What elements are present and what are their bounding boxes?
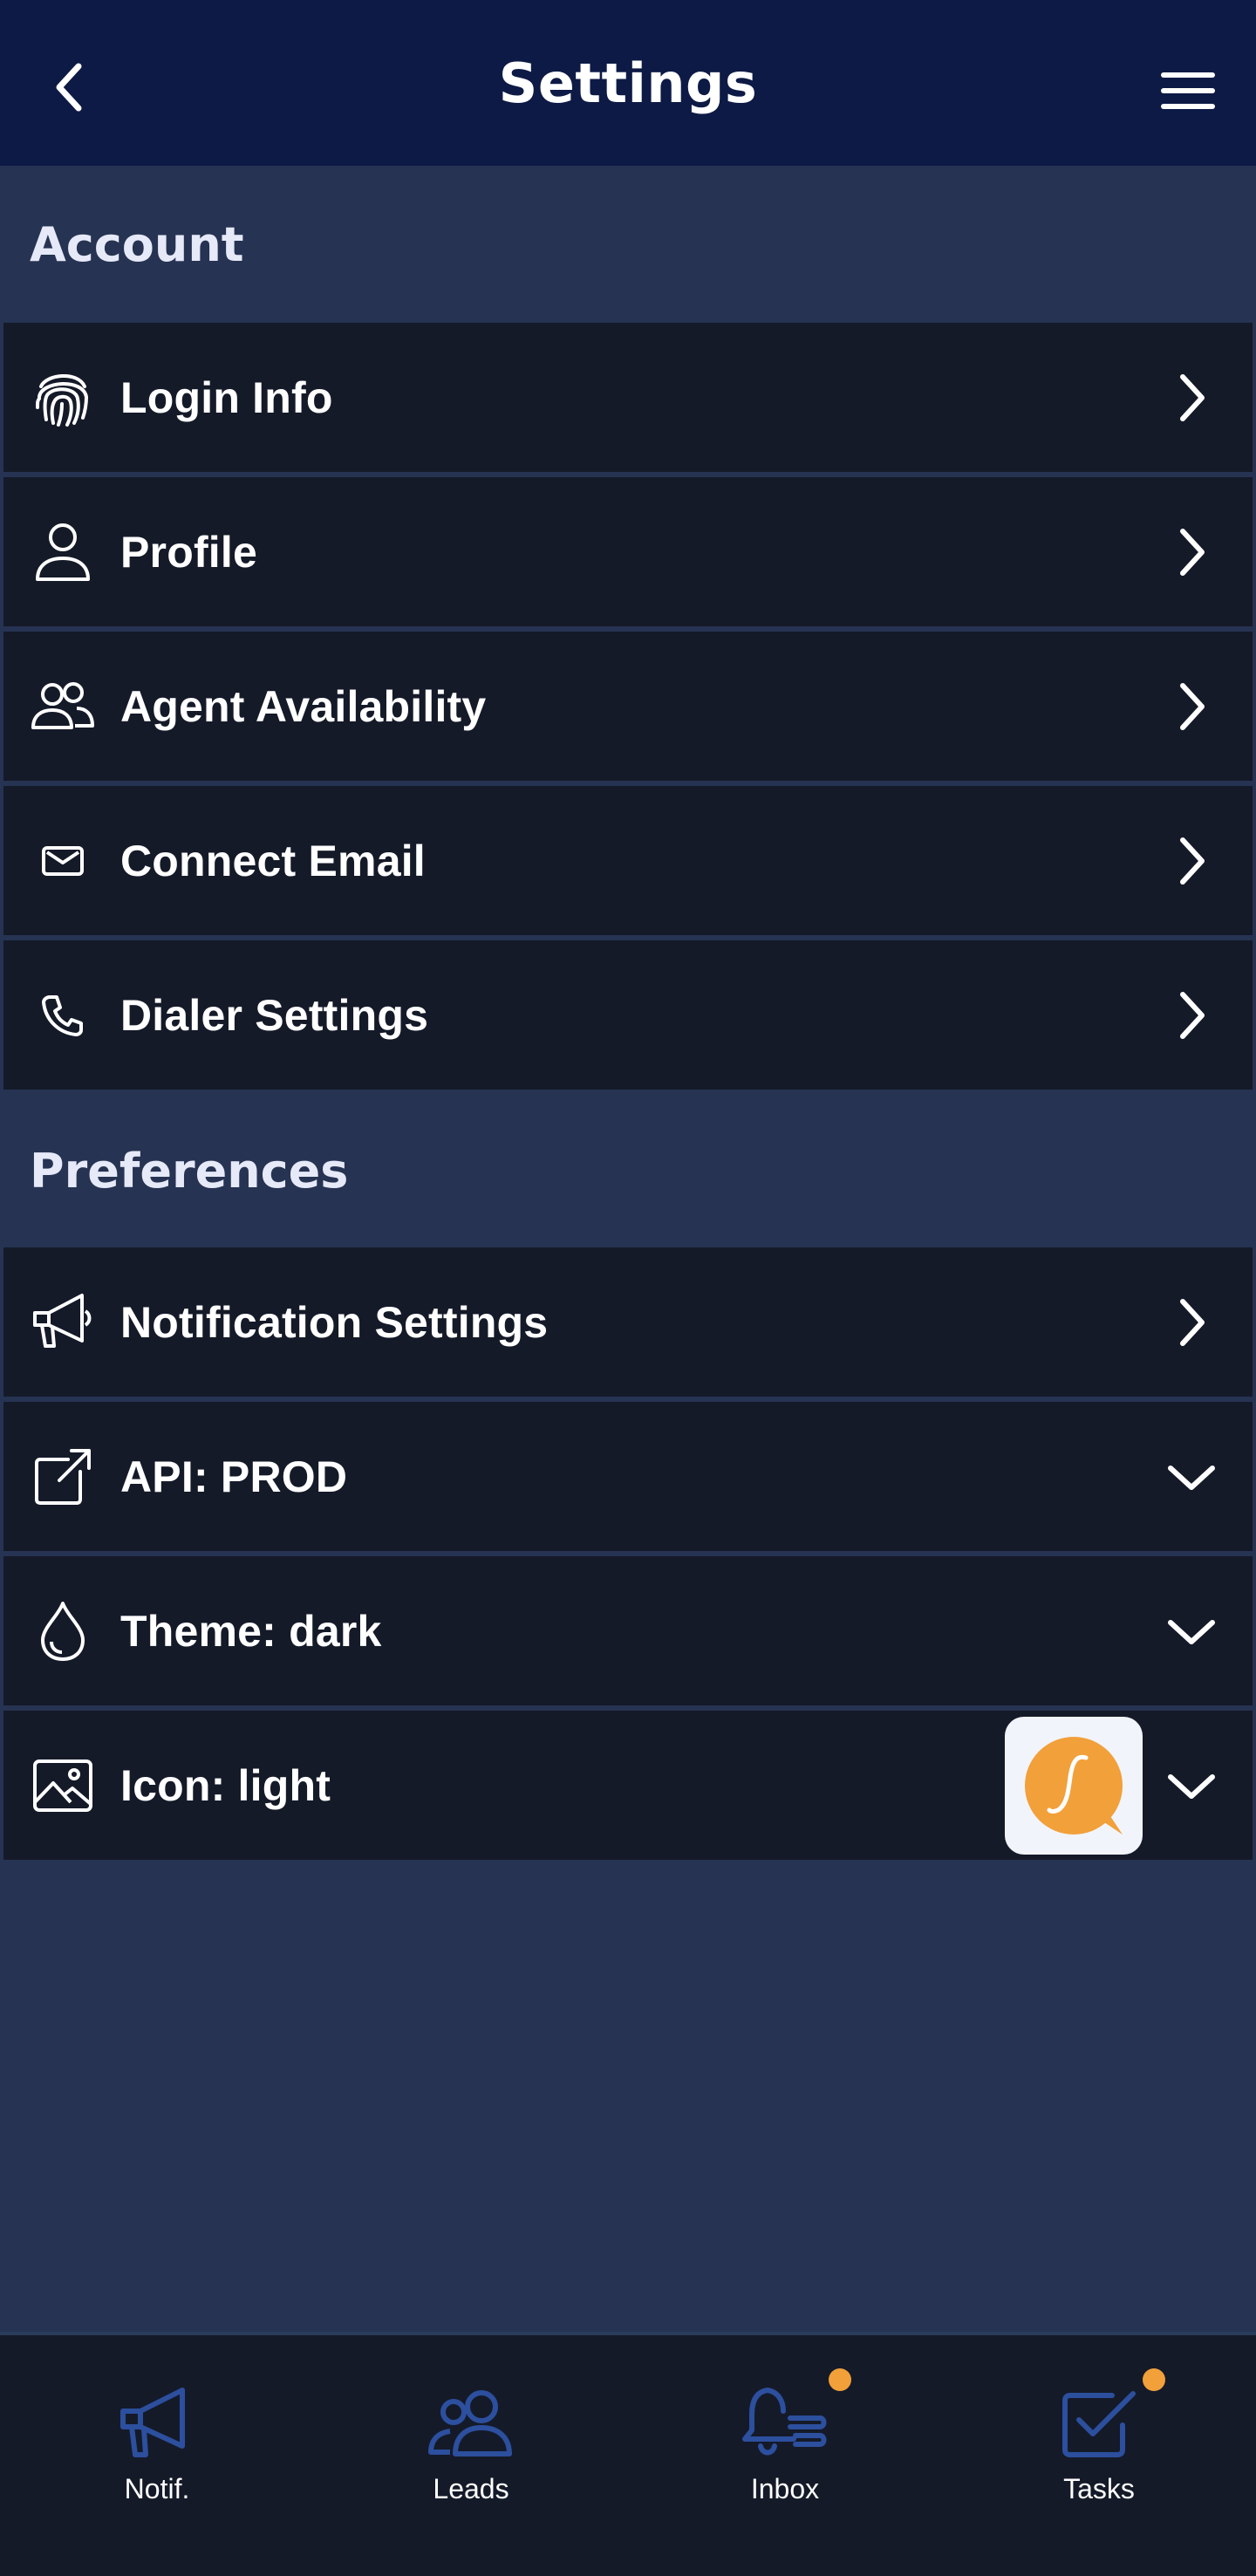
chevron-right-icon <box>1165 835 1218 887</box>
settings-row-notification-settings[interactable]: Notification Settings <box>0 1247 1256 1397</box>
settings-screen: Settings Account Login Info Profile Agen… <box>0 0 1256 2576</box>
back-button[interactable] <box>44 61 96 113</box>
checkbox-icon <box>1055 2381 1143 2464</box>
row-label: Agent Availability <box>120 681 487 731</box>
chevron-down-icon <box>1165 1605 1218 1657</box>
users-icon <box>427 2381 515 2464</box>
top-bar: Settings <box>0 0 1256 166</box>
user-icon <box>31 521 94 584</box>
row-label: Login Info <box>120 372 333 422</box>
phone-icon <box>31 984 94 1047</box>
settings-row-dialer-settings[interactable]: Dialer Settings <box>0 940 1256 1090</box>
row-label: Profile <box>120 527 257 577</box>
row-label: Connect Email <box>120 836 426 885</box>
section-header-preferences: Preferences <box>0 1092 1256 1249</box>
account-list: Login Info Profile Agent Availability Co… <box>0 323 1256 1095</box>
chevron-down-icon <box>1165 1759 1218 1812</box>
section-header-account: Account <box>0 166 1256 323</box>
chevron-left-icon <box>56 63 82 112</box>
external-link-icon <box>31 1445 94 1508</box>
chevron-right-icon <box>1165 989 1218 1042</box>
chevron-right-icon <box>1165 1296 1218 1349</box>
page-title: Settings <box>498 51 758 115</box>
settings-row-theme[interactable]: Theme: dark <box>0 1556 1256 1705</box>
settings-row-login-info[interactable]: Login Info <box>0 323 1256 472</box>
envelope-icon <box>31 830 94 892</box>
section-title: Preferences <box>30 1143 349 1199</box>
chevron-right-icon <box>1165 372 1218 424</box>
fingerprint-icon <box>31 366 94 429</box>
nav-item-notif[interactable]: Notif. <box>0 2335 314 2576</box>
nav-item-leads[interactable]: Leads <box>314 2335 628 2576</box>
settings-row-connect-email[interactable]: Connect Email <box>0 786 1256 935</box>
hamburger-menu-icon <box>1161 72 1215 109</box>
nav-label: Inbox <box>750 2473 820 2504</box>
users-icon <box>31 675 94 738</box>
nav-label: Notif. <box>124 2473 190 2504</box>
row-label: Theme: dark <box>120 1606 382 1656</box>
chevron-right-icon <box>1165 680 1218 733</box>
nav-label: Leads <box>433 2473 509 2504</box>
megaphone-icon <box>113 2381 201 2464</box>
droplet-icon <box>31 1600 94 1663</box>
nav-item-inbox[interactable]: Inbox <box>628 2335 942 2576</box>
preferences-list: Notification Settings API: PROD Theme: d… <box>0 1247 1256 1865</box>
settings-row-api[interactable]: API: PROD <box>0 1402 1256 1551</box>
row-label: Notification Settings <box>120 1297 549 1347</box>
settings-row-agent-availability[interactable]: Agent Availability <box>0 632 1256 781</box>
image-icon <box>31 1754 94 1817</box>
settings-row-profile[interactable]: Profile <box>0 477 1256 626</box>
notification-badge <box>829 2368 851 2391</box>
section-title: Account <box>30 216 244 272</box>
chevron-down-icon <box>1165 1451 1218 1503</box>
row-label: API: PROD <box>120 1452 348 1501</box>
settings-row-app-icon[interactable]: Icon: light <box>0 1711 1256 1860</box>
row-label: Icon: light <box>120 1760 331 1810</box>
nav-item-tasks[interactable]: Tasks <box>942 2335 1256 2576</box>
nav-label: Tasks <box>1063 2473 1135 2504</box>
bottom-nav: Notif. Leads Inbox Tasks <box>0 2332 1256 2576</box>
menu-button[interactable] <box>1160 70 1216 112</box>
row-label: Dialer Settings <box>120 990 429 1040</box>
chevron-right-icon <box>1165 526 1218 578</box>
notification-badge <box>1143 2368 1165 2391</box>
app-logo-icon <box>1005 1716 1143 1855</box>
megaphone-icon <box>31 1291 94 1354</box>
bell-inbox-icon <box>741 2381 829 2464</box>
